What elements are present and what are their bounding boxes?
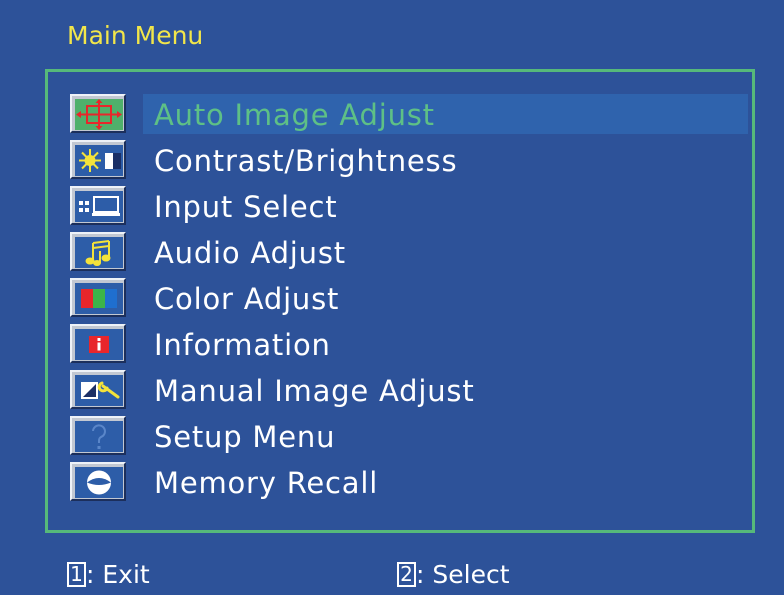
setup-icon — [70, 416, 126, 455]
audio-icon — [70, 232, 126, 271]
osd-main-menu: Main Menu Auto Image Adjust Contrast/Bri… — [0, 0, 784, 595]
menu-item-label: Audio Adjust — [154, 236, 346, 270]
menu-item-label: Auto Image Adjust — [154, 98, 435, 132]
menu-item-information[interactable]: Information — [48, 322, 752, 368]
menu-item-label: Setup Menu — [154, 420, 336, 454]
menu-item-input-select[interactable]: Input Select — [48, 184, 752, 230]
menu-item-memory-recall[interactable]: Memory Recall — [48, 460, 752, 506]
menu-item-color-adjust[interactable]: Color Adjust — [48, 276, 752, 322]
select-hint-label: : Select — [416, 560, 510, 589]
menu-item-label: Information — [154, 328, 331, 362]
select-hint: 2: Select — [397, 558, 510, 592]
menu-item-audio-adjust[interactable]: Audio Adjust — [48, 230, 752, 276]
menu-title: Main Menu — [67, 21, 204, 50]
auto-adjust-icon — [70, 94, 126, 133]
menu-item-label: Input Select — [154, 190, 338, 224]
menu-list: Auto Image Adjust Contrast/Brightness In… — [45, 69, 755, 533]
color-adjust-icon — [70, 278, 126, 317]
key-1-badge: 1 — [67, 561, 86, 587]
contrast-brightness-icon — [70, 140, 126, 179]
menu-item-label: Memory Recall — [154, 466, 379, 500]
menu-item-manual-image-adjust[interactable]: Manual Image Adjust — [48, 368, 752, 414]
information-icon — [70, 324, 126, 363]
menu-item-auto-image-adjust[interactable]: Auto Image Adjust — [48, 92, 752, 138]
menu-item-label: Color Adjust — [154, 282, 340, 316]
menu-item-label: Contrast/Brightness — [154, 144, 458, 178]
menu-item-setup-menu[interactable]: Setup Menu — [48, 414, 752, 460]
menu-item-contrast-brightness[interactable]: Contrast/Brightness — [48, 138, 752, 184]
menu-item-label: Manual Image Adjust — [154, 374, 475, 408]
input-select-icon — [70, 186, 126, 225]
key-hints: 1: Exit 2: Select — [67, 558, 727, 592]
memory-recall-icon — [70, 462, 126, 501]
key-2-badge: 2 — [397, 561, 416, 587]
manual-adjust-icon — [70, 370, 126, 409]
exit-hint-label: : Exit — [86, 560, 150, 589]
exit-hint: 1: Exit — [67, 558, 150, 592]
